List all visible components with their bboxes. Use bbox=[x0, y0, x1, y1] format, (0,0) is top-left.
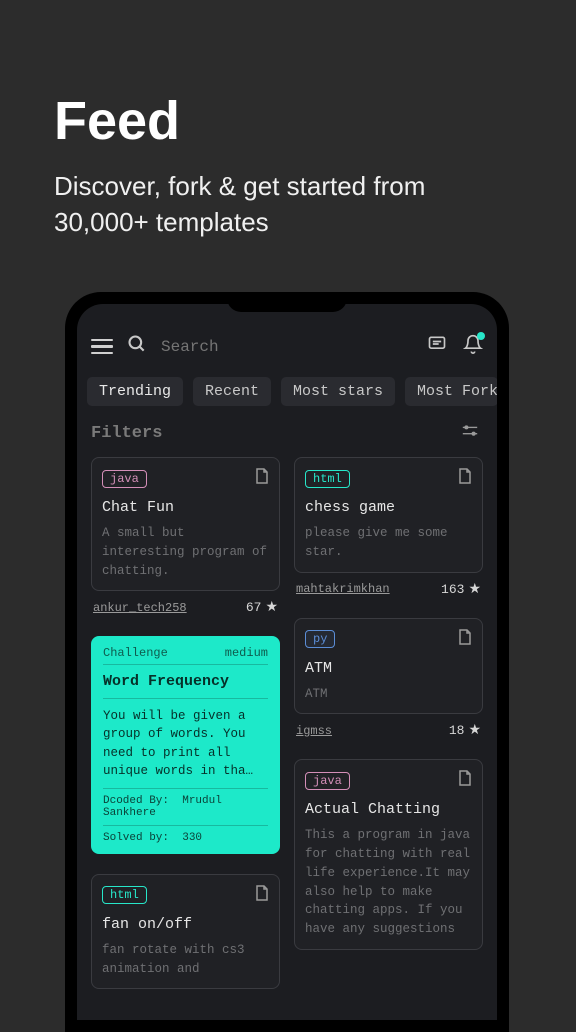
challenge-label: Challenge bbox=[103, 646, 168, 660]
card-chess[interactable]: html chess game please give me some star… bbox=[294, 457, 483, 573]
challenge-author: Dcoded By: Mrudul Sankhere bbox=[103, 795, 268, 826]
filters-label: Filters bbox=[91, 424, 162, 443]
top-bar bbox=[77, 304, 497, 371]
challenge-solved: Solved by: 330 bbox=[103, 832, 268, 844]
phone-frame: Trending Recent Most stars Most Fork Fil… bbox=[65, 292, 509, 1032]
card-desc: please give me some star. bbox=[305, 524, 472, 562]
file-icon bbox=[458, 468, 472, 489]
filter-toggle-icon[interactable] bbox=[461, 424, 479, 443]
card-atm[interactable]: py ATM ATM bbox=[294, 618, 483, 715]
star-icon: ★ bbox=[468, 722, 481, 739]
star-count: 163★ bbox=[441, 581, 481, 598]
file-icon bbox=[458, 629, 472, 650]
lang-tag: py bbox=[305, 630, 335, 648]
challenge-title: Word Frequency bbox=[103, 673, 268, 699]
menu-icon[interactable] bbox=[91, 339, 113, 355]
bell-icon[interactable] bbox=[463, 334, 483, 359]
lang-tag: html bbox=[305, 470, 350, 488]
notification-dot bbox=[477, 332, 485, 340]
card-title: Actual Chatting bbox=[305, 801, 472, 818]
tab-most-stars[interactable]: Most stars bbox=[281, 377, 395, 406]
challenge-desc: You will be given a group of words. You … bbox=[103, 707, 268, 789]
comment-icon[interactable] bbox=[427, 334, 447, 359]
file-icon bbox=[458, 770, 472, 791]
card-title: chess game bbox=[305, 499, 472, 516]
page-subtitle: Discover, fork & get started from 30,000… bbox=[54, 168, 522, 241]
lang-tag: java bbox=[305, 772, 350, 790]
card-desc: fan rotate with cs3 animation and bbox=[102, 941, 269, 979]
file-icon bbox=[255, 885, 269, 906]
card-actual-chatting[interactable]: java Actual Chatting This a program in j… bbox=[294, 759, 483, 950]
lang-tag: html bbox=[102, 886, 147, 904]
author-link[interactable]: ankur_tech258 bbox=[93, 601, 187, 615]
challenge-card[interactable]: Challenge medium Word Frequency You will… bbox=[91, 636, 280, 854]
author-link[interactable]: igmss bbox=[296, 724, 332, 738]
app-screen: Trending Recent Most stars Most Fork Fil… bbox=[77, 304, 497, 1020]
star-count: 18★ bbox=[449, 722, 481, 739]
tab-trending[interactable]: Trending bbox=[87, 377, 183, 406]
card-title: fan on/off bbox=[102, 916, 269, 933]
star-icon: ★ bbox=[468, 581, 481, 598]
author-link[interactable]: mahtakrimkhan bbox=[296, 582, 390, 596]
card-desc: A small but interesting program of chatt… bbox=[102, 524, 269, 580]
phone-notch bbox=[227, 292, 347, 312]
card-title: Chat Fun bbox=[102, 499, 269, 516]
file-icon bbox=[255, 468, 269, 489]
card-desc: This a program in java for chatting with… bbox=[305, 826, 472, 939]
search-icon[interactable] bbox=[127, 334, 147, 359]
tab-bar: Trending Recent Most stars Most Fork bbox=[77, 371, 497, 416]
challenge-difficulty: medium bbox=[225, 646, 268, 660]
card-desc: ATM bbox=[305, 685, 472, 704]
card-chat-fun[interactable]: java Chat Fun A small but interesting pr… bbox=[91, 457, 280, 591]
star-count: 67★ bbox=[246, 599, 278, 616]
search-input[interactable] bbox=[161, 338, 413, 356]
card-title: ATM bbox=[305, 660, 472, 677]
card-fan[interactable]: html fan on/off fan rotate with cs3 anim… bbox=[91, 874, 280, 990]
star-icon: ★ bbox=[265, 599, 278, 616]
tab-most-forks[interactable]: Most Fork bbox=[405, 377, 497, 406]
lang-tag: java bbox=[102, 470, 147, 488]
page-title: Feed bbox=[54, 90, 522, 152]
tab-recent[interactable]: Recent bbox=[193, 377, 271, 406]
